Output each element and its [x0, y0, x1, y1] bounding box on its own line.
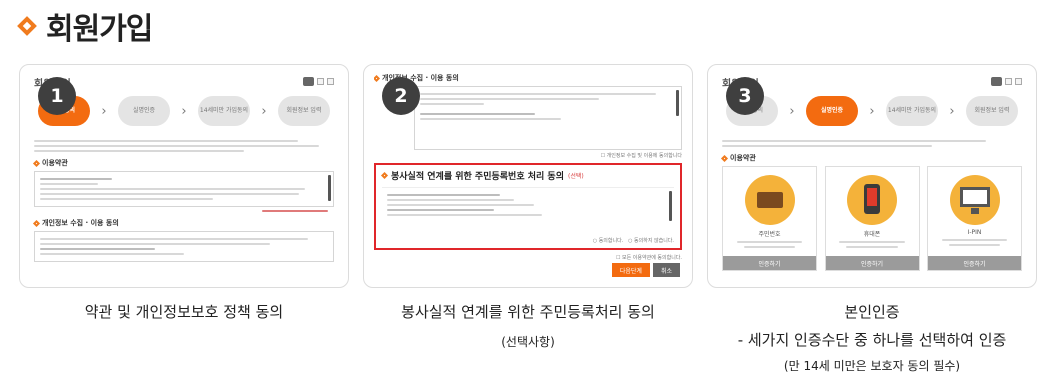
progress-step-guardian: 14세미만 가입동의	[885, 96, 938, 126]
step1-caption: 약관 및 개인정보보호 정책 동의	[19, 302, 349, 322]
step1-card: 1 회원가입 약관동의 › 실명인증 › 14세미만 가입동의 › 회원정보 입…	[19, 64, 349, 288]
chevron-right-icon: ›	[789, 103, 795, 119]
step1-number-badge: 1	[38, 77, 76, 115]
step1-body: 이용약관 개인정보 수집 · 이용 동의	[32, 137, 334, 262]
zoom-out-icon	[1015, 78, 1022, 85]
progress-step-guardian: 14세미만 가입동의	[197, 96, 250, 126]
zoom-in-icon	[1005, 78, 1012, 85]
step1-toolbar	[303, 77, 334, 86]
ipin-verify-button[interactable]: 인증하기	[928, 256, 1021, 270]
step3-number-badge: 3	[726, 77, 764, 115]
page-header: 회원가입	[14, 6, 153, 47]
consent-scrollbar[interactable]	[669, 191, 672, 221]
privacy-section-label: 개인정보 수집 · 이용 동의	[374, 73, 682, 83]
monitor-icon	[949, 175, 1000, 225]
chevron-right-icon: ›	[869, 103, 875, 119]
resident-number-consent-title: 봉사실적 연계를 위한 주민등록번호 처리 동의 (선택)	[380, 169, 674, 182]
step3-caption-sub: (만 14세 미만은 보호자 동의 필수)	[783, 359, 961, 373]
all-agree-checkbox[interactable]: ☐ 모든 이용약관에 동의합니다.	[374, 254, 682, 261]
zoom-in-icon	[317, 78, 324, 85]
step2-card: 2 개인정보 수집 · 이용 동의 ☐ 개인정보 수집 및 이용에 동의합니다 …	[363, 64, 693, 288]
step3-progress: 약관동의 › 실명인증 › 14세미만 가입동의 › 회원정보 입력	[726, 91, 1018, 131]
step2-caption-title: 봉사실적 연계를 위한 주민등록처리 동의	[401, 303, 655, 321]
resident-number-consent-box: 봉사실적 연계를 위한 주민등록번호 처리 동의 (선택) ○ 동의합니다. ○…	[374, 163, 682, 250]
consent-radio-group: ○ 동의합니다. ○ 동의하지 않습니다.	[382, 237, 674, 244]
step2-number-badge: 2	[382, 77, 420, 115]
consent-agree-radio[interactable]: ○ 동의합니다.	[593, 238, 624, 244]
resident-number-verify-button[interactable]: 인증하기	[723, 256, 816, 270]
progress-step-verify: 실명인증	[805, 96, 858, 126]
step1-caption-title: 약관 및 개인정보보호 정책 동의	[84, 303, 284, 321]
terms-scrollbar[interactable]	[328, 175, 331, 201]
zoom-out-icon	[327, 78, 334, 85]
diamond-bullet-icon	[17, 16, 37, 36]
step3-caption-line2: - 세가지 인증수단 중 하나를 선택하여 인증	[737, 331, 1007, 349]
step3-screenshot: 회원가입 약관동의 › 실명인증 › 14세미만 가입동의 › 회원정보 입력 …	[718, 73, 1026, 279]
privacy-scrollbar[interactable]	[676, 90, 679, 116]
step3-card: 3 회원가입 약관동의 › 실명인증 › 14세미만 가입동의 › 회원정보 입…	[707, 64, 1037, 288]
progress-step-verify: 실명인증	[117, 96, 170, 126]
method-name: I-PIN	[967, 229, 982, 236]
terms-section-label: 이용약관	[32, 158, 334, 168]
progress-step-info: 회원정보 입력	[277, 96, 330, 126]
method-name: 휴대폰	[863, 231, 881, 238]
step2-caption: 봉사실적 연계를 위한 주민등록처리 동의 (선택사항)	[363, 302, 693, 352]
step3-caption-title: 본인인증	[844, 303, 900, 321]
step2-screenshot: 개인정보 수집 · 이용 동의 ☐ 개인정보 수집 및 이용에 동의합니다 봉사…	[374, 73, 682, 279]
method-resident-number: 주민번호 인증하기	[722, 166, 817, 271]
cancel-button[interactable]: 취소	[652, 263, 680, 277]
chevron-right-icon: ›	[181, 103, 187, 119]
step2-caption-sub: (선택사항)	[501, 335, 555, 349]
progress-step-info: 회원정보 입력	[965, 96, 1018, 126]
privacy-textbox[interactable]	[34, 231, 334, 262]
step3-caption: 본인인증 - 세가지 인증수단 중 하나를 선택하여 인증 (만 14세 미만은…	[707, 302, 1037, 376]
consent-disagree-radio[interactable]: ○ 동의하지 않습니다.	[628, 238, 674, 244]
page-title: 회원가입	[46, 12, 153, 47]
privacy-agree-checkbox[interactable]: ☐ 개인정보 수집 및 이용에 동의합니다	[374, 152, 682, 159]
verification-methods: 주민번호 인증하기 휴대폰 인증하기 I-PIN 인증하기	[722, 166, 1022, 271]
privacy-section-label: 개인정보 수집 · 이용 동의	[32, 218, 334, 228]
chevron-right-icon: ›	[261, 103, 267, 119]
step2-buttons: 다음단계 취소	[611, 263, 680, 277]
privacy-textbox[interactable]	[414, 86, 682, 150]
id-card-icon	[744, 175, 795, 225]
terms-section-label: 이용약관	[720, 153, 1022, 163]
resident-number-consent-text[interactable]	[382, 187, 674, 237]
chevron-right-icon: ›	[101, 103, 107, 119]
next-step-button[interactable]: 다음단계	[611, 263, 650, 277]
method-mobile-phone: 휴대폰 인증하기	[824, 166, 920, 271]
mobile-phone-verify-button[interactable]: 인증하기	[825, 256, 919, 270]
method-ipin: I-PIN 인증하기	[927, 166, 1022, 271]
mobile-phone-icon	[847, 175, 897, 225]
step1-progress: 약관동의 › 실명인증 › 14세미만 가입동의 › 회원정보 입력	[38, 91, 330, 131]
step3-body: 이용약관 주민번호 인증하기 휴대폰 인증하기 I-PIN 인증하기	[720, 137, 1022, 271]
terms-textbox[interactable]	[34, 171, 334, 207]
step3-toolbar	[991, 77, 1022, 86]
method-name: 주민번호	[758, 231, 781, 238]
print-icon	[303, 77, 314, 86]
chevron-right-icon: ›	[949, 103, 955, 119]
step1-screenshot: 회원가입 약관동의 › 실명인증 › 14세미만 가입동의 › 회원정보 입력 …	[30, 73, 338, 279]
print-icon	[991, 77, 1002, 86]
